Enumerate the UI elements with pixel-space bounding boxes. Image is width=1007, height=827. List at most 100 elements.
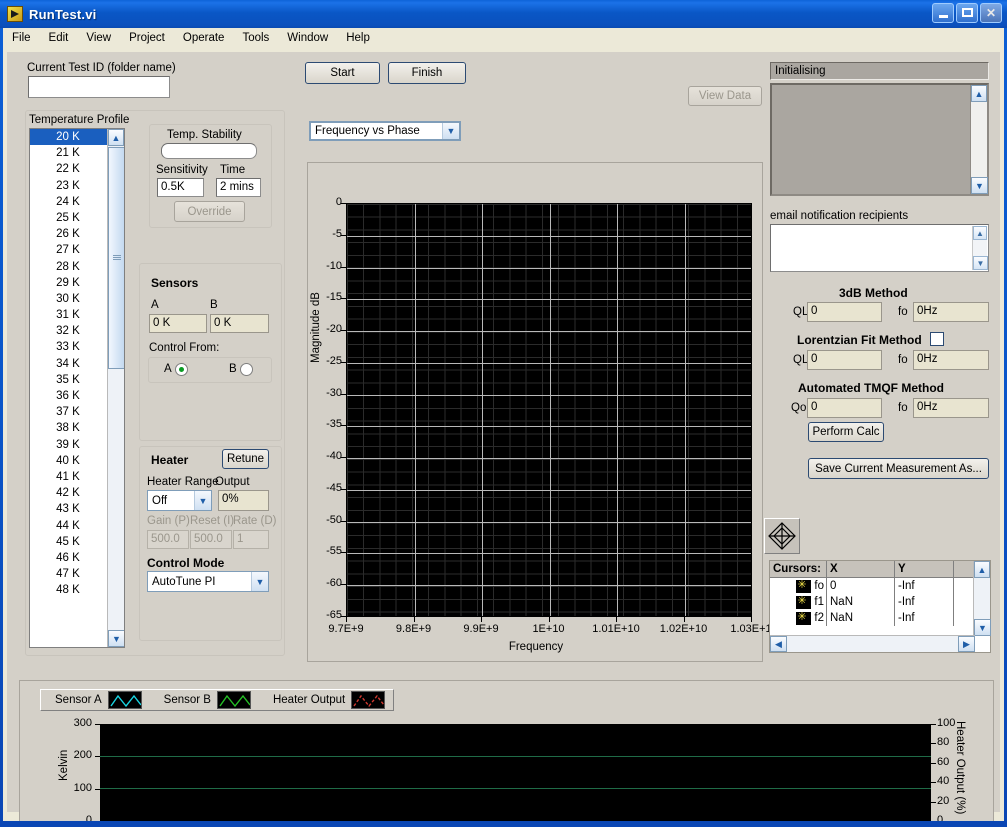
maximize-button[interactable]	[956, 3, 978, 23]
graph-major-gridline-h	[347, 522, 751, 523]
cursor-marker-icon	[796, 610, 812, 625]
chart-y2-tick-label: 40	[937, 775, 950, 788]
retune-button[interactable]: Retune	[222, 449, 269, 469]
sensor-b-label: B	[210, 299, 218, 311]
close-button[interactable]	[980, 3, 1002, 23]
cursor-row[interactable]: f1NaN-Inf	[770, 594, 990, 610]
sensor-b-value: 0 K	[210, 314, 269, 333]
tmqf-qo-value: 0	[807, 398, 882, 418]
diamond-pad-icon	[768, 522, 796, 550]
chart-y2-tick-label: 100	[937, 717, 956, 729]
chart-plot-area[interactable]	[100, 724, 931, 821]
status-log-scrollbar[interactable]: ▲ ▼	[970, 85, 988, 194]
graph-y-tick-mark	[341, 394, 346, 395]
cursor-row[interactable]: f2NaN-Inf	[770, 610, 990, 626]
chart-y2-tick-label: 60	[937, 755, 950, 768]
time-input[interactable]: 2 mins	[216, 178, 261, 197]
gain-label: Gain (P)	[147, 515, 190, 527]
scroll-right-button[interactable]: ▶	[958, 636, 975, 652]
chart-legend-series-swatch[interactable]	[216, 691, 251, 709]
temperature-chart[interactable]: Sensor A Sensor B Heater Output 300 200 100 0…	[19, 680, 994, 821]
window-controls	[932, 0, 1007, 23]
chart-legend-series-swatch[interactable]	[107, 691, 142, 709]
minimize-button[interactable]	[932, 3, 954, 23]
scroll-up-button[interactable]: ▲	[971, 85, 987, 102]
chevron-down-icon: ▼	[251, 572, 268, 591]
scroll-up-button[interactable]: ▲	[974, 561, 990, 578]
radio-sensor-a[interactable]	[175, 363, 188, 376]
menu-window[interactable]: Window	[278, 30, 337, 46]
cursors-table[interactable]: Cursors: X Y fo0-Inff1NaN-Inff2NaN-Inf ▲…	[769, 560, 991, 653]
override-button[interactable]: Override	[174, 201, 245, 222]
temperature-list-scrollbar[interactable]: ▲ ▼	[107, 129, 124, 647]
menu-tools[interactable]: Tools	[233, 30, 278, 46]
view-data-button[interactable]: View Data	[688, 86, 762, 106]
gain-input[interactable]: 500.0	[147, 530, 189, 549]
menu-file[interactable]: File	[3, 30, 40, 46]
scroll-up-button[interactable]: ▲	[973, 226, 987, 240]
scroll-down-button[interactable]: ▼	[971, 177, 988, 194]
cursor-x-value[interactable]: NaN	[827, 610, 895, 626]
scrollbar-thumb[interactable]	[108, 147, 124, 369]
scroll-up-button[interactable]: ▲	[108, 129, 124, 146]
finish-button[interactable]: Finish	[388, 62, 466, 84]
graph-major-gridline-v	[550, 204, 551, 616]
graph-major-gridline-h	[347, 331, 751, 332]
scroll-down-button[interactable]: ▼	[974, 619, 991, 636]
menu-help[interactable]: Help	[337, 30, 379, 46]
menu-edit[interactable]: Edit	[40, 30, 78, 46]
labview-vi-icon	[7, 6, 23, 22]
cursors-horizontal-scrollbar[interactable]: ◀ ▶	[770, 635, 975, 652]
reset-input[interactable]: 500.0	[190, 530, 232, 549]
cursor-row[interactable]: fo0-Inf	[770, 578, 990, 594]
graph-y-tick-mark	[341, 489, 346, 490]
graph-y-tick-label: -55	[326, 545, 342, 558]
cursor-x-value[interactable]: 0	[827, 578, 895, 594]
status-log-box[interactable]: ▲ ▼	[770, 83, 989, 196]
cursor-y-value[interactable]: -Inf	[895, 610, 954, 626]
heater-output-label: Output	[215, 476, 250, 488]
rate-input[interactable]: 1	[233, 530, 269, 549]
tmqf-qo-label: Qo	[791, 402, 807, 414]
cursor-move-pad[interactable]	[764, 518, 800, 554]
cursors-vertical-scrollbar[interactable]: ▲ ▼	[973, 561, 991, 636]
save-measurement-button[interactable]: Save Current Measurement As...	[808, 458, 989, 479]
test-id-input[interactable]	[28, 76, 170, 98]
graph-major-gridline-v	[482, 204, 483, 616]
menu-bar: File Edit View Project Operate Tools Win…	[3, 28, 1004, 49]
perform-calc-button[interactable]: Perform Calc	[808, 422, 884, 442]
scroll-left-button[interactable]: ◀	[770, 636, 787, 652]
cursor-name-cell: fo	[770, 578, 827, 594]
tmqf-fo-label: fo	[898, 402, 908, 414]
heater-range-select[interactable]: Off ▼	[147, 490, 212, 511]
sensitivity-input[interactable]: 0.5K	[157, 178, 204, 197]
scroll-down-button[interactable]: ▼	[108, 630, 124, 647]
lorentzian-checkbox[interactable]	[930, 332, 944, 346]
graph-major-gridline-h	[347, 363, 751, 364]
radio-sensor-b[interactable]	[240, 363, 253, 376]
graph-plot-area[interactable]	[346, 203, 752, 617]
chart-y2-axis-label: Heater Output (%)	[954, 721, 966, 815]
cursor-y-value[interactable]: -Inf	[895, 578, 954, 594]
magnitude-graph[interactable]: 0 -5 -10 -15 -20 -25 -30 -35 -40 -45 -50 -55 -60 -65 …	[307, 162, 772, 662]
scroll-down-button[interactable]: ▼	[973, 256, 988, 270]
graph-x-tick-mark	[481, 617, 482, 622]
menu-operate[interactable]: Operate	[174, 30, 234, 46]
temperature-profile-list[interactable]: 20 K 21 K 22 K 23 K 24 K 25 K 26 K 27 K 28 K 29 K…	[29, 128, 125, 648]
control-from-label: Control From:	[149, 342, 220, 354]
chart-y-tick-label: 100	[73, 781, 92, 794]
control-mode-select[interactable]: AutoTune PI ▼	[147, 571, 269, 592]
email-scrollbar[interactable]: ▲ ▼	[972, 226, 988, 270]
menu-project[interactable]: Project	[120, 30, 174, 46]
graph-mode-select[interactable]: Frequency vs Phase ▼	[309, 121, 461, 141]
chart-legend-series-swatch[interactable]	[351, 691, 386, 709]
menu-view[interactable]: View	[77, 30, 120, 46]
cursor-x-value[interactable]: NaN	[827, 594, 895, 610]
cursor-y-value[interactable]: -Inf	[895, 594, 954, 610]
chart-gridline	[100, 756, 931, 757]
chart-y2-tick-label: 20	[937, 794, 950, 807]
graph-x-tick-label: 1.02E+10	[659, 623, 708, 635]
start-button[interactable]: Start	[305, 62, 380, 84]
three-db-fo-label: fo	[898, 306, 908, 318]
email-recipients-input[interactable]: ▲ ▼	[770, 224, 989, 272]
